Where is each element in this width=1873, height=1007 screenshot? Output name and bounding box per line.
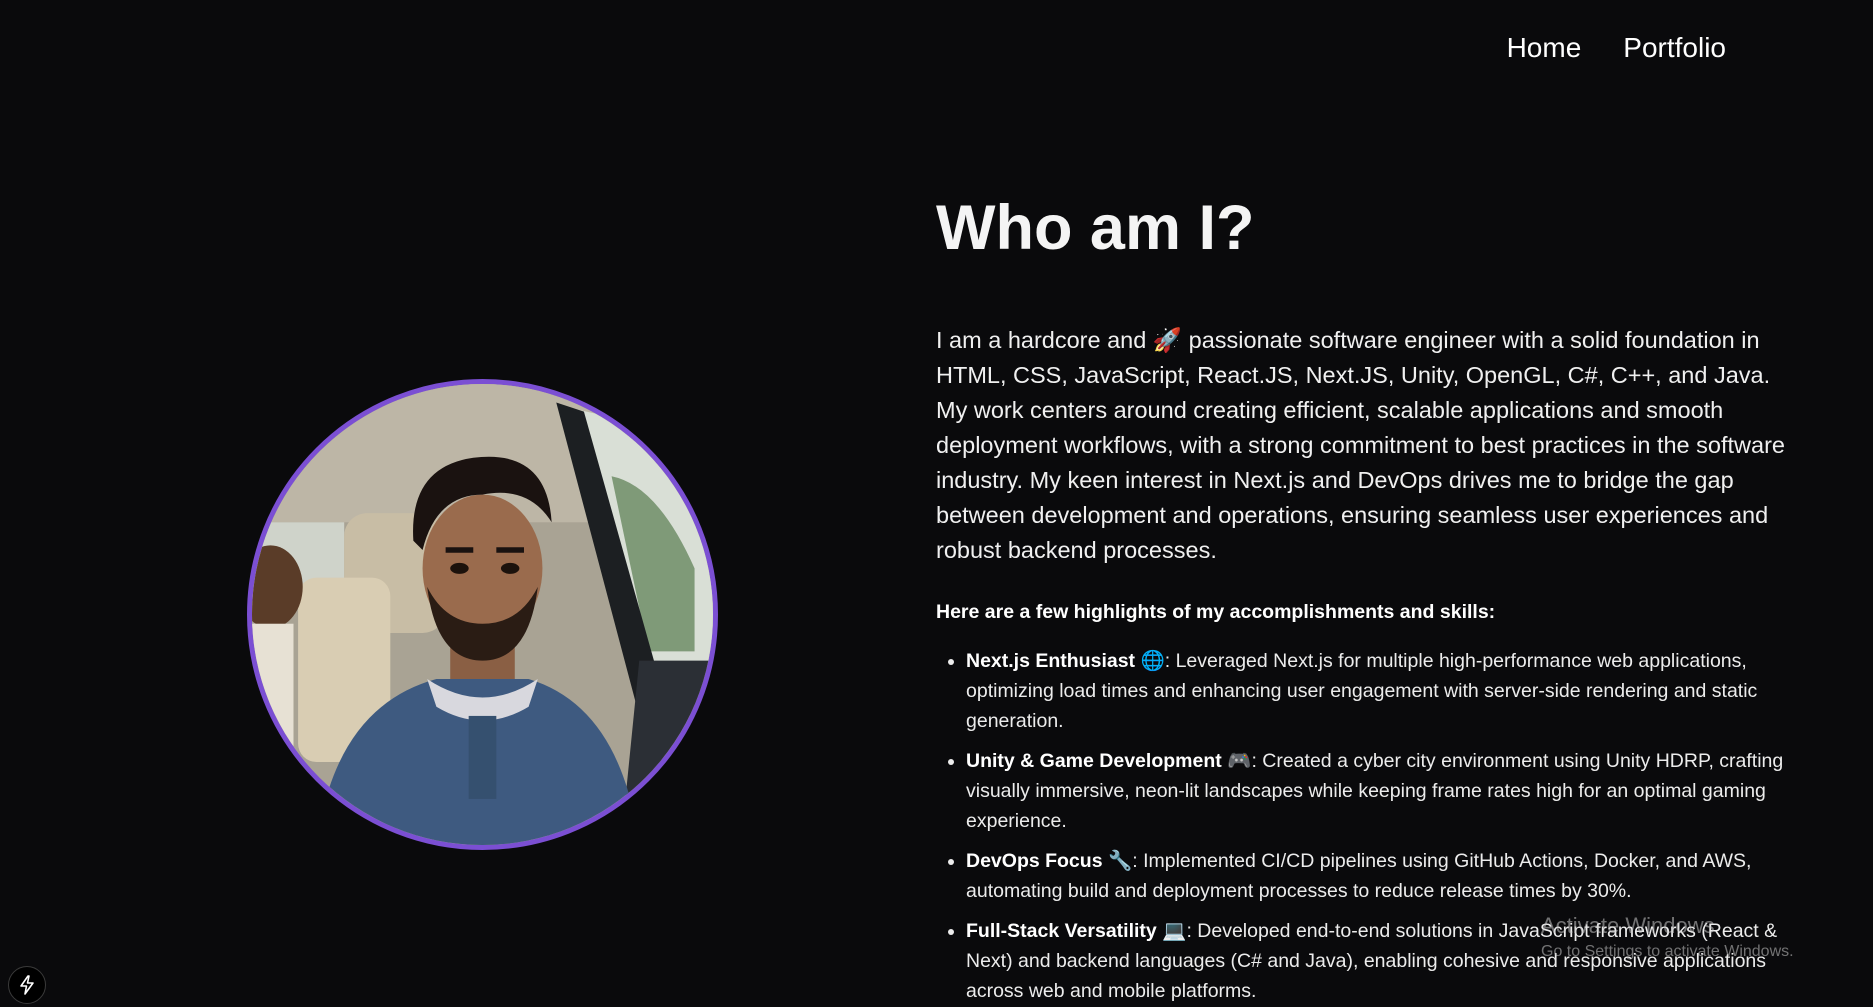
nav-home-link[interactable]: Home [1507, 30, 1582, 66]
list-item: Next.js Enthusiast 🌐: Leveraged Next.js … [966, 646, 1786, 736]
page: Home Portfolio Who am I? I am a hardcore… [0, 0, 1873, 1007]
highlight-title: Full-Stack Versatility [966, 920, 1157, 942]
gamepad-icon: 🎮 [1227, 749, 1252, 772]
top-nav: Home Portfolio [1507, 30, 1726, 66]
lightning-icon [20, 975, 34, 995]
list-item: Unity & Game Development 🎮: Created a cy… [966, 746, 1786, 836]
wrench-icon: 🔧 [1107, 849, 1133, 872]
globe-icon: 🌐 [1140, 649, 1165, 672]
laptop-icon: 💻 [1162, 919, 1187, 942]
page-title: Who am I? [936, 193, 1255, 263]
watermark-title: Activate Windows [1541, 913, 1715, 938]
list-item: DevOps Focus 🔧: Implemented CI/CD pipeli… [966, 846, 1786, 906]
highlight-title: DevOps Focus [966, 850, 1103, 872]
windows-activation-watermark: Activate Windows Go to Settings to activ… [1541, 912, 1794, 962]
intro-text-rest: passionate software engineer with a soli… [936, 327, 1785, 563]
watermark-subtitle: Go to Settings to activate Windows. [1541, 943, 1794, 960]
avatar [247, 379, 718, 850]
dev-indicator-button[interactable] [8, 966, 46, 1004]
profile-photo [252, 384, 713, 845]
about-section: Who am I? I am a hardcore and 🚀 passiona… [936, 188, 1786, 1007]
highlight-title: Next.js Enthusiast [966, 650, 1136, 672]
intro-paragraph: I am a hardcore and 🚀 passionate softwar… [936, 323, 1786, 568]
intro-text-start: I am a hardcore and [936, 327, 1147, 353]
highlights-heading: Here are a few highlights of my accompli… [936, 601, 1496, 623]
nav-portfolio-link[interactable]: Portfolio [1623, 30, 1726, 66]
rocket-icon: 🚀 [1152, 326, 1183, 354]
highlight-title: Unity & Game Development [966, 750, 1222, 772]
